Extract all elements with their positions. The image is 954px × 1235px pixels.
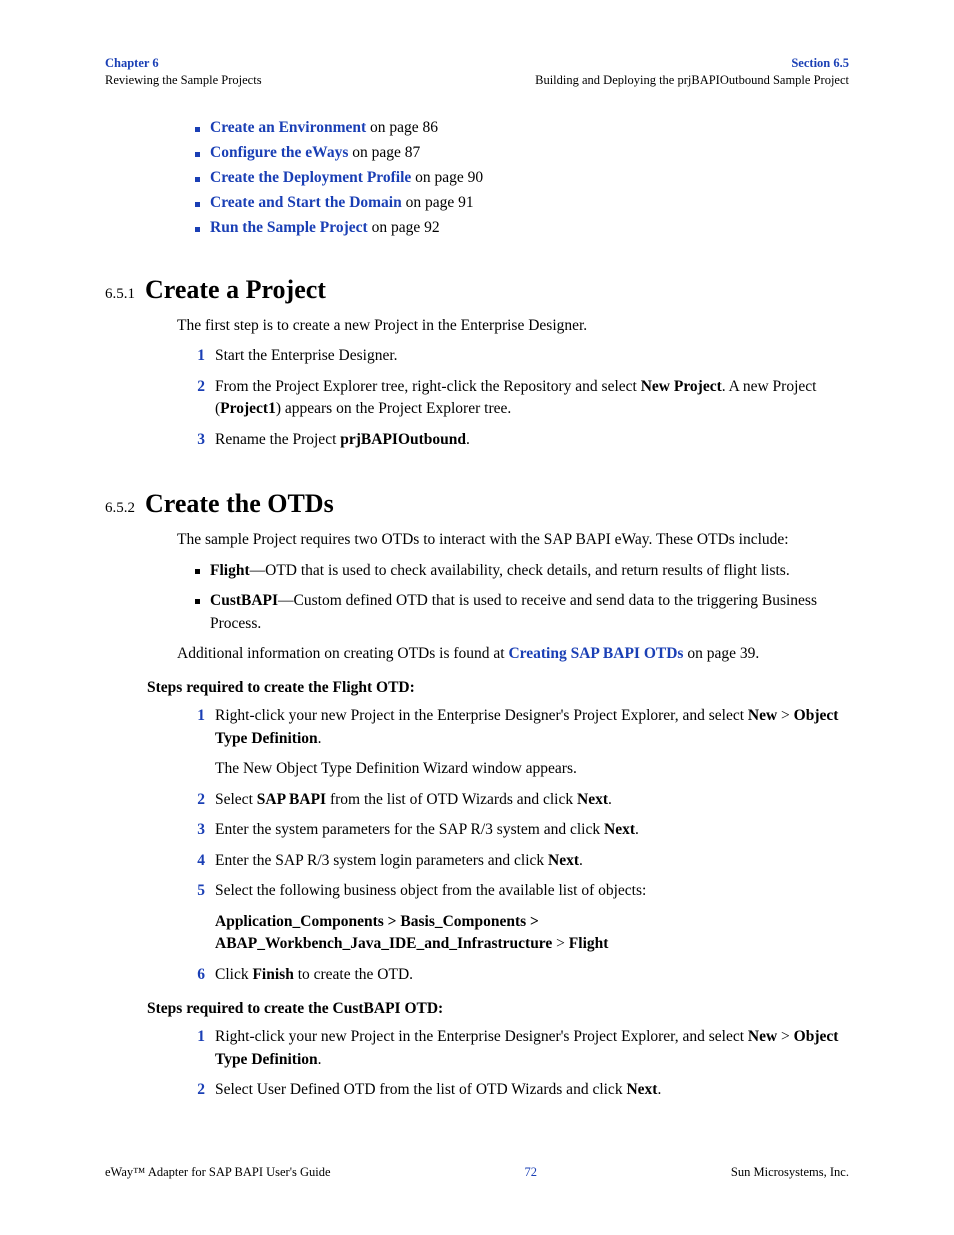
header-right: Section 6.5 Building and Deploying the p… xyxy=(535,55,849,89)
list-number: 4 xyxy=(177,850,215,872)
page: Chapter 6 Reviewing the Sample Projects … xyxy=(0,0,954,1235)
ordered-list: 1 Right-click your new Project in the En… xyxy=(177,705,849,750)
intro-text: The sample Project requires two OTDs to … xyxy=(177,529,849,551)
list-item: 1 Start the Enterprise Designer. xyxy=(177,345,849,367)
bullet-icon xyxy=(195,599,200,604)
section-subtitle: Building and Deploying the prjBAPIOutbou… xyxy=(535,72,849,89)
cross-ref-link[interactable]: Creating SAP BAPI OTDs xyxy=(508,645,683,662)
page-footer: eWay™ Adapter for SAP BAPI User's Guide … xyxy=(105,1165,849,1180)
ordered-list: 2 Select SAP BAPI from the list of OTD W… xyxy=(177,789,849,903)
toc-link-suffix: on page 92 xyxy=(368,219,440,236)
list-number: 1 xyxy=(177,705,215,750)
list-item: 2 From the Project Explorer tree, right-… xyxy=(177,376,849,421)
intro-text: The first step is to create a new Projec… xyxy=(177,315,849,337)
list-number: 5 xyxy=(177,880,215,902)
toc-link[interactable]: Create an Environment xyxy=(210,119,366,136)
bullet-icon xyxy=(195,569,200,574)
additional-info: Additional information on creating OTDs … xyxy=(177,643,849,665)
toc-link-suffix: on page 90 xyxy=(411,169,483,186)
toc-link[interactable]: Configure the eWays xyxy=(210,144,348,161)
chapter-label: Chapter 6 xyxy=(105,55,262,72)
list-number: 2 xyxy=(177,1079,215,1101)
list-number: 3 xyxy=(177,429,215,451)
toc-link-suffix: on page 91 xyxy=(402,194,474,211)
chapter-subtitle: Reviewing the Sample Projects xyxy=(105,72,262,89)
list-text: Select the following business object fro… xyxy=(215,880,849,902)
list-item: CustBAPI—Custom defined OTD that is used… xyxy=(195,590,849,635)
toc-link-suffix: on page 87 xyxy=(348,144,420,161)
toc-link-row: Configure the eWays on page 87 xyxy=(195,144,849,162)
list-text: CustBAPI—Custom defined OTD that is used… xyxy=(210,590,849,635)
list-text: Select User Defined OTD from the list of… xyxy=(215,1079,849,1101)
list-text: Right-click your new Project in the Ente… xyxy=(215,705,849,750)
list-text: Enter the system parameters for the SAP … xyxy=(215,819,849,841)
bullet-icon xyxy=(195,177,200,182)
toc-link-row: Create an Environment on page 86 xyxy=(195,119,849,137)
toc-link-suffix: on page 86 xyxy=(366,119,438,136)
page-number: 72 xyxy=(524,1165,537,1180)
toc-link[interactable]: Run the Sample Project xyxy=(210,219,368,236)
section-label: Section 6.5 xyxy=(535,55,849,72)
list-text: From the Project Explorer tree, right-cl… xyxy=(215,376,849,421)
list-text: Start the Enterprise Designer. xyxy=(215,345,849,367)
list-item: 3 Enter the system parameters for the SA… xyxy=(177,819,849,841)
object-path: Application_Components > Basis_Component… xyxy=(215,911,849,956)
toc-link[interactable]: Create the Deployment Profile xyxy=(210,169,411,186)
section-title: Create the OTDs xyxy=(145,489,334,519)
section-heading-651: 6.5.1 Create a Project xyxy=(105,275,849,305)
toc-links: Create an Environment on page 86 Configu… xyxy=(195,119,849,237)
bullet-icon xyxy=(195,227,200,232)
list-item: 6 Click Finish to create the OTD. xyxy=(177,964,849,986)
list-text: Click Finish to create the OTD. xyxy=(215,964,849,986)
list-number: 6 xyxy=(177,964,215,986)
footer-left: eWay™ Adapter for SAP BAPI User's Guide xyxy=(105,1165,331,1180)
list-text: Select SAP BAPI from the list of OTD Wiz… xyxy=(215,789,849,811)
list-item: 4 Enter the SAP R/3 system login paramet… xyxy=(177,850,849,872)
bullet-icon xyxy=(195,127,200,132)
section-number: 6.5.1 xyxy=(105,286,135,303)
list-number: 1 xyxy=(177,1026,215,1071)
list-item: 3 Rename the Project prjBAPIOutbound. xyxy=(177,429,849,451)
toc-link-row: Create the Deployment Profile on page 90 xyxy=(195,169,849,187)
list-text: Right-click your new Project in the Ente… xyxy=(215,1026,849,1071)
header-left: Chapter 6 Reviewing the Sample Projects xyxy=(105,55,262,89)
bullet-icon xyxy=(195,202,200,207)
list-item: 5 Select the following business object f… xyxy=(177,880,849,902)
list-item: 2 Select User Defined OTD from the list … xyxy=(177,1079,849,1101)
list-item: 2 Select SAP BAPI from the list of OTD W… xyxy=(177,789,849,811)
ordered-list: 1 Start the Enterprise Designer. 2 From … xyxy=(177,345,849,451)
bullet-list: Flight—OTD that is used to check availab… xyxy=(195,560,849,635)
steps-heading-flight: Steps required to create the Flight OTD: xyxy=(147,679,849,697)
section-heading-652: 6.5.2 Create the OTDs xyxy=(105,489,849,519)
list-text: Flight—OTD that is used to check availab… xyxy=(210,560,849,582)
ordered-list: 1 Right-click your new Project in the En… xyxy=(177,1026,849,1101)
list-number: 1 xyxy=(177,345,215,367)
toc-link-row: Create and Start the Domain on page 91 xyxy=(195,194,849,212)
page-header: Chapter 6 Reviewing the Sample Projects … xyxy=(105,55,849,89)
toc-link[interactable]: Create and Start the Domain xyxy=(210,194,402,211)
list-text: Rename the Project prjBAPIOutbound. xyxy=(215,429,849,451)
bullet-icon xyxy=(195,152,200,157)
list-text: Enter the SAP R/3 system login parameter… xyxy=(215,850,849,872)
section-title: Create a Project xyxy=(145,275,326,305)
steps-heading-custbapi: Steps required to create the CustBAPI OT… xyxy=(147,1000,849,1018)
ordered-list: 6 Click Finish to create the OTD. xyxy=(177,964,849,986)
list-number: 2 xyxy=(177,376,215,421)
list-item: 1 Right-click your new Project in the En… xyxy=(177,705,849,750)
footer-right: Sun Microsystems, Inc. xyxy=(731,1165,849,1180)
note-text: The New Object Type Definition Wizard wi… xyxy=(215,758,849,780)
list-number: 3 xyxy=(177,819,215,841)
toc-link-row: Run the Sample Project on page 92 xyxy=(195,219,849,237)
section-number: 6.5.2 xyxy=(105,500,135,517)
list-item: Flight—OTD that is used to check availab… xyxy=(195,560,849,582)
list-number: 2 xyxy=(177,789,215,811)
list-item: 1 Right-click your new Project in the En… xyxy=(177,1026,849,1071)
